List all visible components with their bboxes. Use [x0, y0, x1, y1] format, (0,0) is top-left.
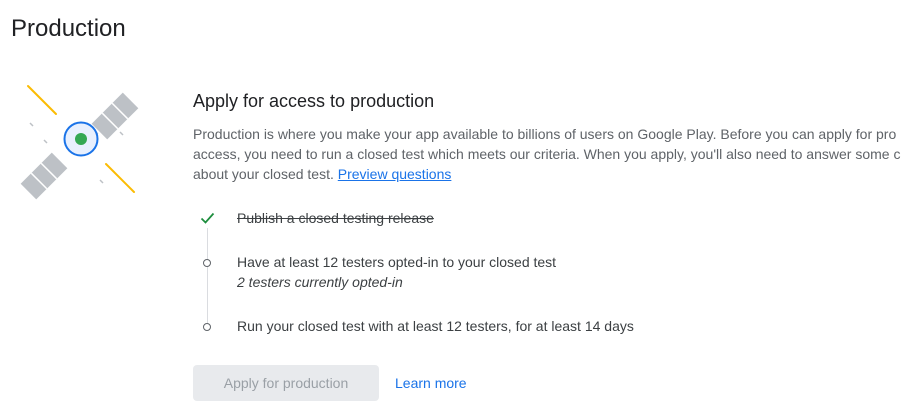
step-2-status: 2 testers currently opted-in — [237, 274, 403, 290]
description-text: about your closed test. — [193, 166, 334, 182]
description-line: access, you need to run a closed test wh… — [193, 146, 901, 162]
check-icon — [200, 212, 215, 224]
satellite-illustration — [20, 85, 139, 200]
description-line: about your closed test. Preview question… — [193, 164, 912, 184]
page-title: Production — [11, 15, 126, 42]
steps-connector — [207, 228, 208, 323]
card-description: Production is where you make your app av… — [193, 124, 912, 184]
circle-icon — [202, 322, 211, 331]
production-page: Production Apply for access to productio… — [0, 0, 912, 408]
step-1-label: Publish a closed testing release — [237, 210, 434, 226]
step-2-label: Have at least 12 testers opted-in to you… — [237, 254, 557, 270]
description-line: Production is where you make your app av… — [193, 126, 897, 142]
step-3-label: Run your closed test with at least 12 te… — [237, 318, 634, 334]
apply-for-production-button[interactable]: Apply for production — [193, 365, 379, 401]
preview-questions-link[interactable]: Preview questions — [338, 166, 452, 182]
card-title: Apply for access to production — [193, 91, 435, 111]
circle-icon — [202, 258, 211, 267]
learn-more-link[interactable]: Learn more — [395, 373, 467, 393]
